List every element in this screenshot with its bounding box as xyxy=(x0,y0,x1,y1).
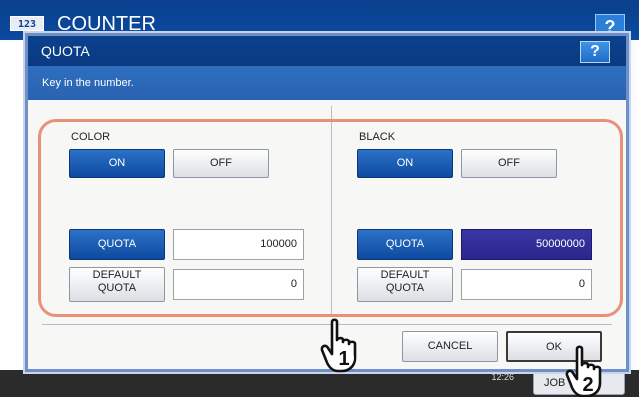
black-default-quota-label-line2: QUOTA xyxy=(385,282,425,294)
color-default-quota-field[interactable]: 0 xyxy=(173,269,304,300)
black-off-button[interactable]: OFF xyxy=(461,149,557,178)
clock: 12:26 xyxy=(491,372,514,382)
status-footer: 12:26 JOB xyxy=(0,370,639,397)
color-quota-button[interactable]: QUOTA xyxy=(69,229,165,260)
instruction-bar: Key in the number. xyxy=(28,66,626,100)
black-default-quota-label-line1: DEFAULT xyxy=(380,269,430,281)
instruction-text: Key in the number. xyxy=(42,77,134,89)
black-quota-button[interactable]: QUOTA xyxy=(357,229,453,260)
color-default-quota-label-line2: QUOTA xyxy=(97,282,137,294)
pointing-hand-icon: 1 xyxy=(320,318,357,373)
dialog-titlebar: QUOTA ? xyxy=(28,36,626,66)
black-quota-field[interactable]: 50000000 xyxy=(461,229,592,260)
black-default-quota-field[interactable]: 0 xyxy=(461,269,592,300)
step-1-label: 1 xyxy=(338,348,349,370)
color-section-label: COLOR xyxy=(71,131,111,143)
color-on-button[interactable]: ON xyxy=(69,149,165,178)
dialog-help-button[interactable]: ? xyxy=(580,41,610,63)
cancel-button[interactable]: CANCEL xyxy=(402,331,498,362)
dialog-title: QUOTA xyxy=(41,43,90,59)
pointing-hand-icon: 2 xyxy=(565,345,602,397)
black-section-label: BLACK xyxy=(359,131,396,143)
counter-icon: 123 xyxy=(10,16,44,31)
black-default-quota-button[interactable]: DEFAULT QUOTA xyxy=(357,267,453,302)
color-default-quota-button[interactable]: DEFAULT QUOTA xyxy=(69,267,165,302)
color-quota-field[interactable]: 100000 xyxy=(173,229,304,260)
color-off-button[interactable]: OFF xyxy=(173,149,269,178)
color-default-quota-label-line1: DEFAULT xyxy=(92,269,142,281)
background-title: COUNTER xyxy=(57,13,156,35)
panel-divider xyxy=(331,106,332,314)
step-2-label: 2 xyxy=(582,374,593,396)
black-on-button[interactable]: ON xyxy=(357,149,453,178)
